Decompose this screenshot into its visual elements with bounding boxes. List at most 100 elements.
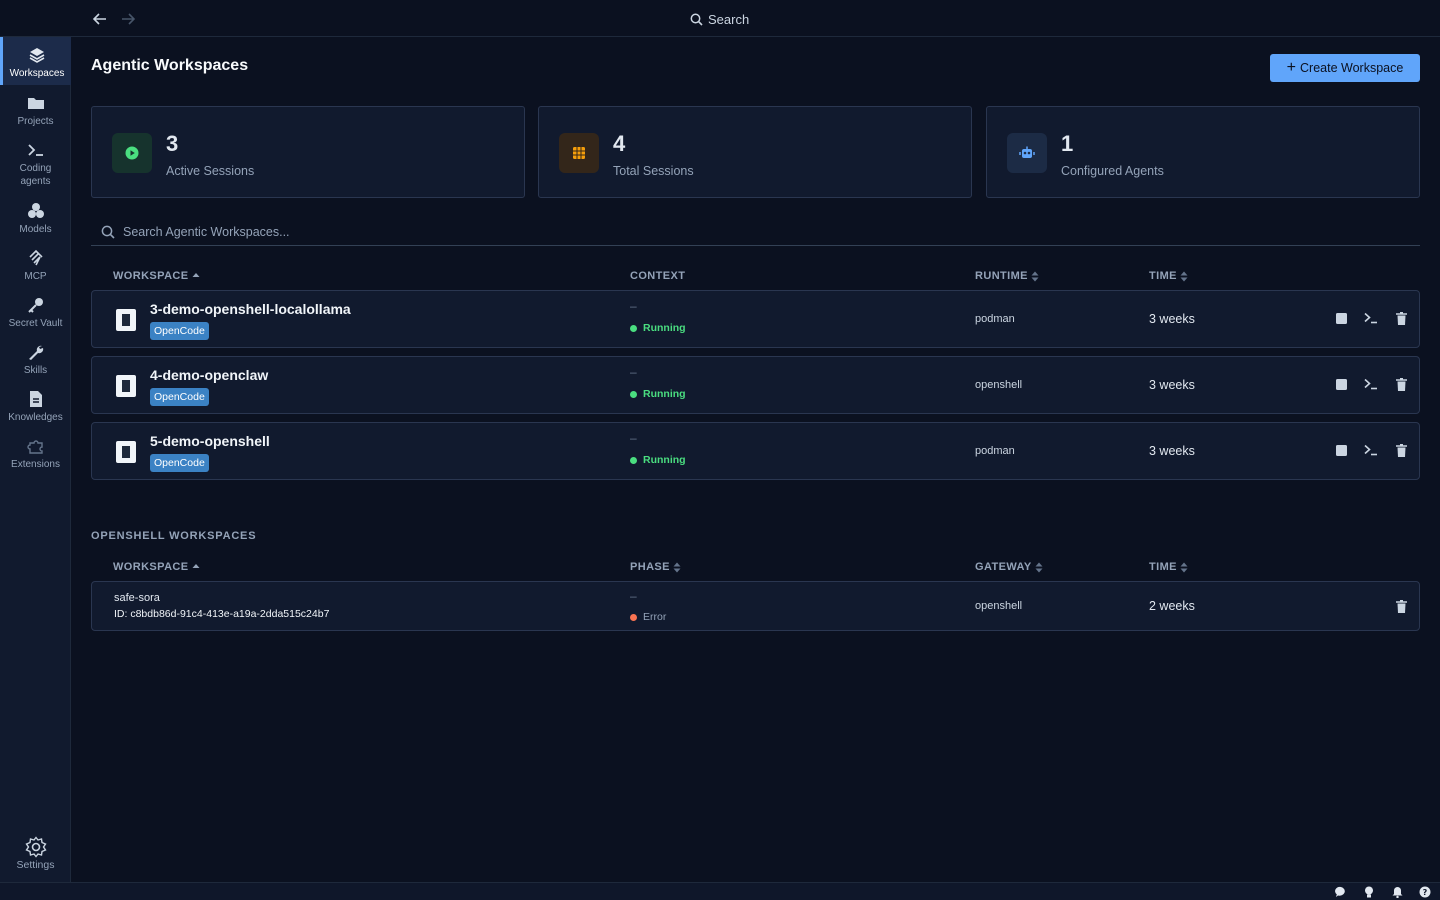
table-row[interactable]: 4-demo-openclaw OpenCode – Running opens… <box>91 356 1420 414</box>
column-header-workspace[interactable]: WORKSPACE <box>113 270 200 282</box>
lightbulb-icon[interactable] <box>1362 885 1376 899</box>
sidebar-item-workspaces[interactable]: Workspaces <box>0 37 71 85</box>
row-actions <box>1393 598 1409 614</box>
sidebar-item-label: Skills <box>23 365 48 376</box>
status-dot-icon <box>630 390 637 398</box>
status-badge: Running <box>630 388 686 400</box>
folder-icon <box>27 93 45 113</box>
trash-icon[interactable] <box>1393 442 1409 458</box>
context-value: – <box>630 431 637 445</box>
terminal-icon[interactable] <box>1363 442 1379 458</box>
column-header-gateway[interactable]: GATEWAY <box>975 561 1043 573</box>
stop-icon[interactable] <box>1333 376 1349 392</box>
sidebar-item-settings[interactable]: Settings <box>0 836 71 872</box>
wrench-icon <box>27 342 45 362</box>
terminal-icon <box>27 140 45 160</box>
workspace-name[interactable]: 4-demo-openclaw <box>150 367 268 383</box>
global-search-label: Search <box>708 11 750 27</box>
workspace-name[interactable]: 5-demo-openshell <box>150 433 270 449</box>
column-header-runtime[interactable]: RUNTIME <box>975 270 1039 282</box>
sidebar-item-label: Models <box>19 224 52 235</box>
stat-value: 4 <box>613 131 626 156</box>
time-value: 3 weeks <box>1149 444 1195 458</box>
workspace-icon <box>116 441 136 463</box>
sidebar-item-label: Knowledges <box>8 412 63 423</box>
chat-icon[interactable] <box>1334 885 1348 899</box>
column-header-time[interactable]: TIME <box>1149 561 1188 573</box>
sidebar-item-label: Settings <box>16 859 55 871</box>
status-label: Running <box>643 454 686 466</box>
search-input[interactable] <box>123 224 723 239</box>
sidebar-item-projects[interactable]: Projects <box>0 93 71 128</box>
column-header-label: PHASE <box>630 561 670 573</box>
puzzle-icon <box>26 436 45 456</box>
back-arrow-icon[interactable] <box>90 9 110 29</box>
sort-asc-icon <box>192 273 200 277</box>
table-row[interactable]: 5-demo-openshell OpenCode – Running podm… <box>91 422 1420 480</box>
sidebar-item-label: Projects <box>17 116 54 127</box>
terminal-icon[interactable] <box>1363 310 1379 326</box>
row-actions <box>1333 376 1409 392</box>
status-dot-icon <box>630 456 637 464</box>
workspace-name[interactable]: 3-demo-openshell-localollama <box>150 301 351 317</box>
create-workspace-button[interactable]: + Create Workspace <box>1270 54 1420 82</box>
sort-icon <box>673 562 681 572</box>
status-bar: ? <box>0 882 1440 900</box>
trash-icon[interactable] <box>1393 376 1409 392</box>
runtime-value: podman <box>975 313 1015 325</box>
row-actions <box>1333 310 1409 326</box>
agent-badge: OpenCode <box>150 388 209 406</box>
sidebar-item-mcp[interactable]: MCP <box>0 248 71 283</box>
sidebar-item-extensions[interactable]: Extensions <box>0 436 71 471</box>
time-value: 3 weeks <box>1149 312 1195 326</box>
sidebar-item-knowledges[interactable]: Knowledges <box>0 389 71 424</box>
workspace-name[interactable]: safe-sora <box>114 592 160 604</box>
time-value: 3 weeks <box>1149 378 1195 392</box>
sidebar-item-secret-vault[interactable]: Secret Vault <box>0 295 71 330</box>
table-row[interactable]: 3-demo-openshell-localollama OpenCode – … <box>91 290 1420 348</box>
forward-arrow-icon[interactable] <box>118 9 138 29</box>
agent-badge: OpenCode <box>150 454 209 472</box>
help-icon[interactable]: ? <box>1418 885 1432 899</box>
stat-label: Total Sessions <box>613 164 694 178</box>
sort-asc-icon <box>192 564 200 568</box>
sort-icon <box>1031 271 1039 281</box>
sort-icon <box>1180 562 1188 572</box>
column-header-label: TIME <box>1149 270 1177 282</box>
stop-icon[interactable] <box>1333 310 1349 326</box>
bell-icon[interactable] <box>1390 885 1404 899</box>
time-value: 2 weeks <box>1149 599 1195 613</box>
column-header-context: CONTEXT <box>630 270 685 282</box>
column-header-time[interactable]: TIME <box>1149 270 1188 282</box>
gateway-value: openshell <box>975 600 1023 612</box>
trash-icon[interactable] <box>1393 598 1409 614</box>
table-row[interactable]: safe-sora ID: c8bdb86d-91c4-413e-a19a-2d… <box>91 581 1420 631</box>
terminal-icon[interactable] <box>1363 376 1379 392</box>
runtime-value: podman <box>975 445 1015 457</box>
stat-value: 3 <box>166 131 179 156</box>
sidebar-item-skills[interactable]: Skills <box>0 342 71 377</box>
column-header-label: GATEWAY <box>975 561 1032 573</box>
sidebar-item-label: Coding agents <box>19 163 52 187</box>
column-header-phase[interactable]: PHASE <box>630 561 681 573</box>
status-dot-icon <box>630 324 637 332</box>
sidebar-item-models[interactable]: Models <box>0 201 71 236</box>
status-label: Running <box>643 388 686 400</box>
sidebar: Workspaces Projects Coding agents Models… <box>0 37 71 882</box>
workspace-icon <box>116 375 136 397</box>
gear-icon <box>24 836 47 858</box>
column-header-workspace[interactable]: WORKSPACE <box>113 561 200 573</box>
play-icon <box>112 133 152 173</box>
stop-icon[interactable] <box>1333 442 1349 458</box>
sidebar-item-label: Extensions <box>11 459 60 470</box>
global-search[interactable]: Search <box>690 10 749 28</box>
stat-label: Active Sessions <box>166 164 255 178</box>
stat-card-active-sessions: 3 Active Sessions <box>91 106 525 198</box>
status-badge: Running <box>630 454 686 466</box>
stat-label: Configured Agents <box>1061 164 1164 178</box>
trash-icon[interactable] <box>1393 310 1409 326</box>
sidebar-item-coding-agents[interactable]: Coding agents <box>0 140 71 188</box>
page-title: Agentic Workspaces <box>91 57 249 74</box>
phase-dash: – <box>630 589 637 603</box>
status-badge: Running <box>630 322 686 334</box>
